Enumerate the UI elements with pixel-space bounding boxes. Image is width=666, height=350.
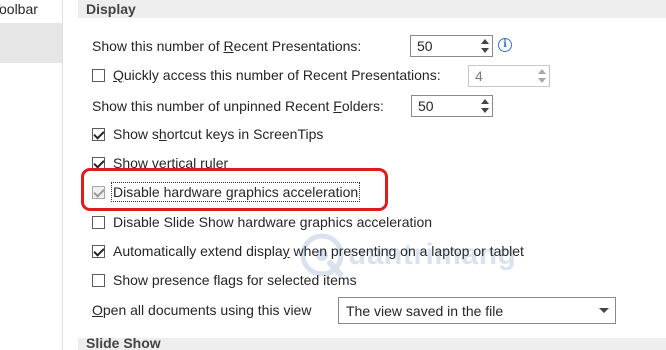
spin-down-icon xyxy=(538,78,546,83)
quick-access-checkbox[interactable] xyxy=(92,68,105,82)
quick-access-row[interactable]: Quickly access this number of Recent Pre… xyxy=(92,63,441,87)
slideshow-section-header: Slide Show xyxy=(78,338,666,350)
recent-presentations-row: Show this number of Recent Presentations… xyxy=(92,34,361,58)
options-sidebar: Toolbar xyxy=(0,0,63,350)
spin-down-icon[interactable] xyxy=(481,48,489,53)
recent-folders-label: Show this number of unpinned Recent Fold… xyxy=(92,98,384,114)
spin-arrows xyxy=(537,67,547,85)
section-title: Slide Show xyxy=(86,338,161,350)
shortcut-keys-checkbox[interactable] xyxy=(92,127,105,141)
recent-presentations-stepper[interactable]: 50 xyxy=(410,35,493,57)
open-view-label: Open all documents using this view xyxy=(92,302,312,318)
auto-extend-display-label: Automatically extend display when presen… xyxy=(113,243,524,259)
dropdown-selected-value[interactable]: The view saved in the file xyxy=(346,303,503,319)
spin-up-icon[interactable] xyxy=(481,39,489,44)
spin-arrows[interactable] xyxy=(480,37,490,55)
section-title: Display xyxy=(86,1,136,17)
stepper-value: 4 xyxy=(475,68,483,84)
spin-up-icon[interactable] xyxy=(481,99,489,104)
shortcut-keys-label: Show shortcut keys in ScreenTips xyxy=(113,126,324,142)
presence-flags-row[interactable]: Show presence flags for selected items xyxy=(92,268,357,292)
slideshow-acceleration-checkbox[interactable] xyxy=(92,215,105,229)
recent-presentations-label: Show this number of Recent Presentations… xyxy=(92,38,362,54)
presence-flags-label: Show presence flags for selected items xyxy=(113,272,357,288)
stepper-value[interactable]: 50 xyxy=(417,38,433,54)
info-icon[interactable]: i xyxy=(498,38,512,52)
spin-up-icon xyxy=(538,69,546,74)
auto-extend-display-checkbox[interactable] xyxy=(92,244,105,258)
quick-access-stepper: 4 xyxy=(468,65,550,87)
sidebar-item-label: Toolbar xyxy=(0,1,38,17)
spin-arrows[interactable] xyxy=(480,97,490,115)
spin-down-icon[interactable] xyxy=(481,108,489,113)
sidebar-item-toolbar[interactable]: Toolbar xyxy=(0,0,62,22)
display-section-header: Display xyxy=(78,0,666,18)
recent-folders-stepper[interactable]: 50 xyxy=(411,95,493,117)
chevron-down-icon[interactable] xyxy=(599,308,609,313)
shortcut-keys-row[interactable]: Show shortcut keys in ScreenTips xyxy=(92,122,323,146)
recent-folders-row: Show this number of unpinned Recent Fold… xyxy=(92,94,384,118)
open-view-row: Open all documents using this view xyxy=(92,298,311,322)
red-highlight-annotation xyxy=(81,168,388,211)
open-view-dropdown[interactable]: The view saved in the file xyxy=(338,297,616,324)
slideshow-acceleration-row[interactable]: Disable Slide Show hardware graphics acc… xyxy=(92,210,432,234)
stepper-value[interactable]: 50 xyxy=(418,98,434,114)
slideshow-acceleration-label: Disable Slide Show hardware graphics acc… xyxy=(113,214,433,230)
presence-flags-checkbox[interactable] xyxy=(92,273,105,287)
sidebar-item-advanced-selected[interactable] xyxy=(0,23,62,63)
quick-access-label: Quickly access this number of Recent Pre… xyxy=(113,67,441,83)
auto-extend-display-row[interactable]: Automatically extend display when presen… xyxy=(92,239,524,263)
